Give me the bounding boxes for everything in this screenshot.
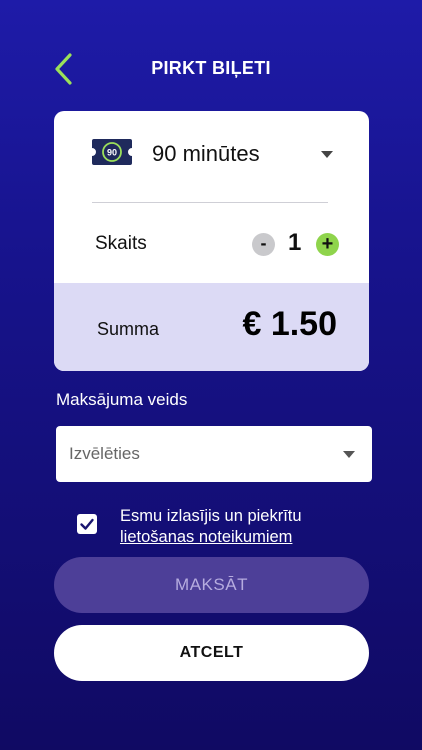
terms-checkbox[interactable] (77, 514, 97, 534)
ticket-type-label: 90 minūtes (152, 141, 260, 166)
total-value: € 1.50 (242, 305, 337, 343)
increase-quantity-button[interactable]: + (316, 233, 339, 256)
terms-text: Esmu izlasījis un piekrītu (120, 507, 302, 525)
header: PIRKT BIĻETI (0, 48, 422, 88)
divider (92, 202, 328, 203)
ticket-icon-text: 90 (107, 148, 117, 158)
ticket-card: 90 90 minūtes Skaits - 1 + Summa € 1.50 (54, 111, 369, 371)
cancel-button[interactable]: ATCELT (54, 625, 369, 681)
chevron-down-icon (343, 451, 355, 458)
decrease-quantity-button[interactable]: - (252, 233, 275, 256)
ticket-90-icon: 90 (92, 139, 132, 165)
chevron-down-icon (321, 151, 333, 158)
total-panel: Summa € 1.50 (54, 283, 369, 371)
payment-method-placeholder: Izvēlēties (69, 444, 140, 463)
payment-method-label: Maksājuma veids (56, 390, 188, 409)
pay-button[interactable]: MAKSĀT (54, 557, 369, 613)
total-label: Summa (97, 319, 160, 339)
payment-method-select[interactable]: Izvēlēties (56, 426, 372, 482)
quantity-value: 1 (288, 229, 302, 256)
terms-link[interactable]: lietošanas noteikumiem (120, 528, 292, 547)
ticket-type-dropdown[interactable]: 90 90 minūtes (54, 111, 369, 201)
page-title: PIRKT BIĻETI (151, 58, 271, 78)
checkmark-icon (80, 518, 94, 530)
quantity-label: Skaits (95, 233, 147, 254)
